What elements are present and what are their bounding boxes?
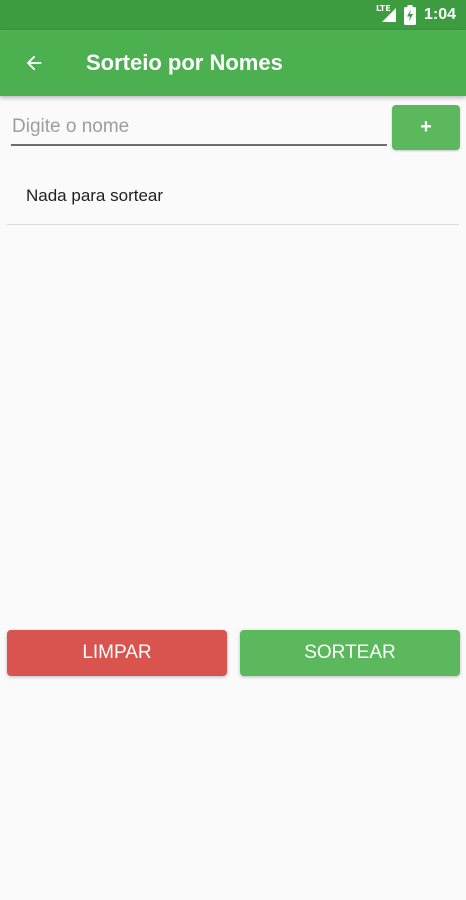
empty-list-label: Nada para sortear bbox=[26, 186, 164, 205]
add-name-button[interactable]: + bbox=[392, 105, 460, 150]
signal-icon: LTE bbox=[375, 4, 398, 24]
draw-button[interactable]: SORTEAR bbox=[240, 630, 460, 676]
app-bar: Sorteio por Nomes bbox=[0, 30, 466, 96]
status-icons: LTE 1:04 bbox=[376, 0, 456, 30]
clock: 1:04 bbox=[423, 6, 456, 23]
clear-button[interactable]: LIMPAR bbox=[7, 630, 227, 676]
network-type-label: LTE bbox=[375, 4, 391, 13]
name-entry-row: + bbox=[0, 96, 466, 166]
page-title: Sorteio por Nomes bbox=[86, 50, 283, 75]
status-bar: LTE 1:04 bbox=[0, 0, 466, 30]
arrow-left-icon bbox=[26, 55, 42, 71]
battery-charging-icon bbox=[403, 5, 416, 25]
back-button[interactable] bbox=[14, 43, 54, 83]
list-item: Nada para sortear bbox=[7, 168, 459, 225]
name-input[interactable] bbox=[11, 110, 387, 146]
